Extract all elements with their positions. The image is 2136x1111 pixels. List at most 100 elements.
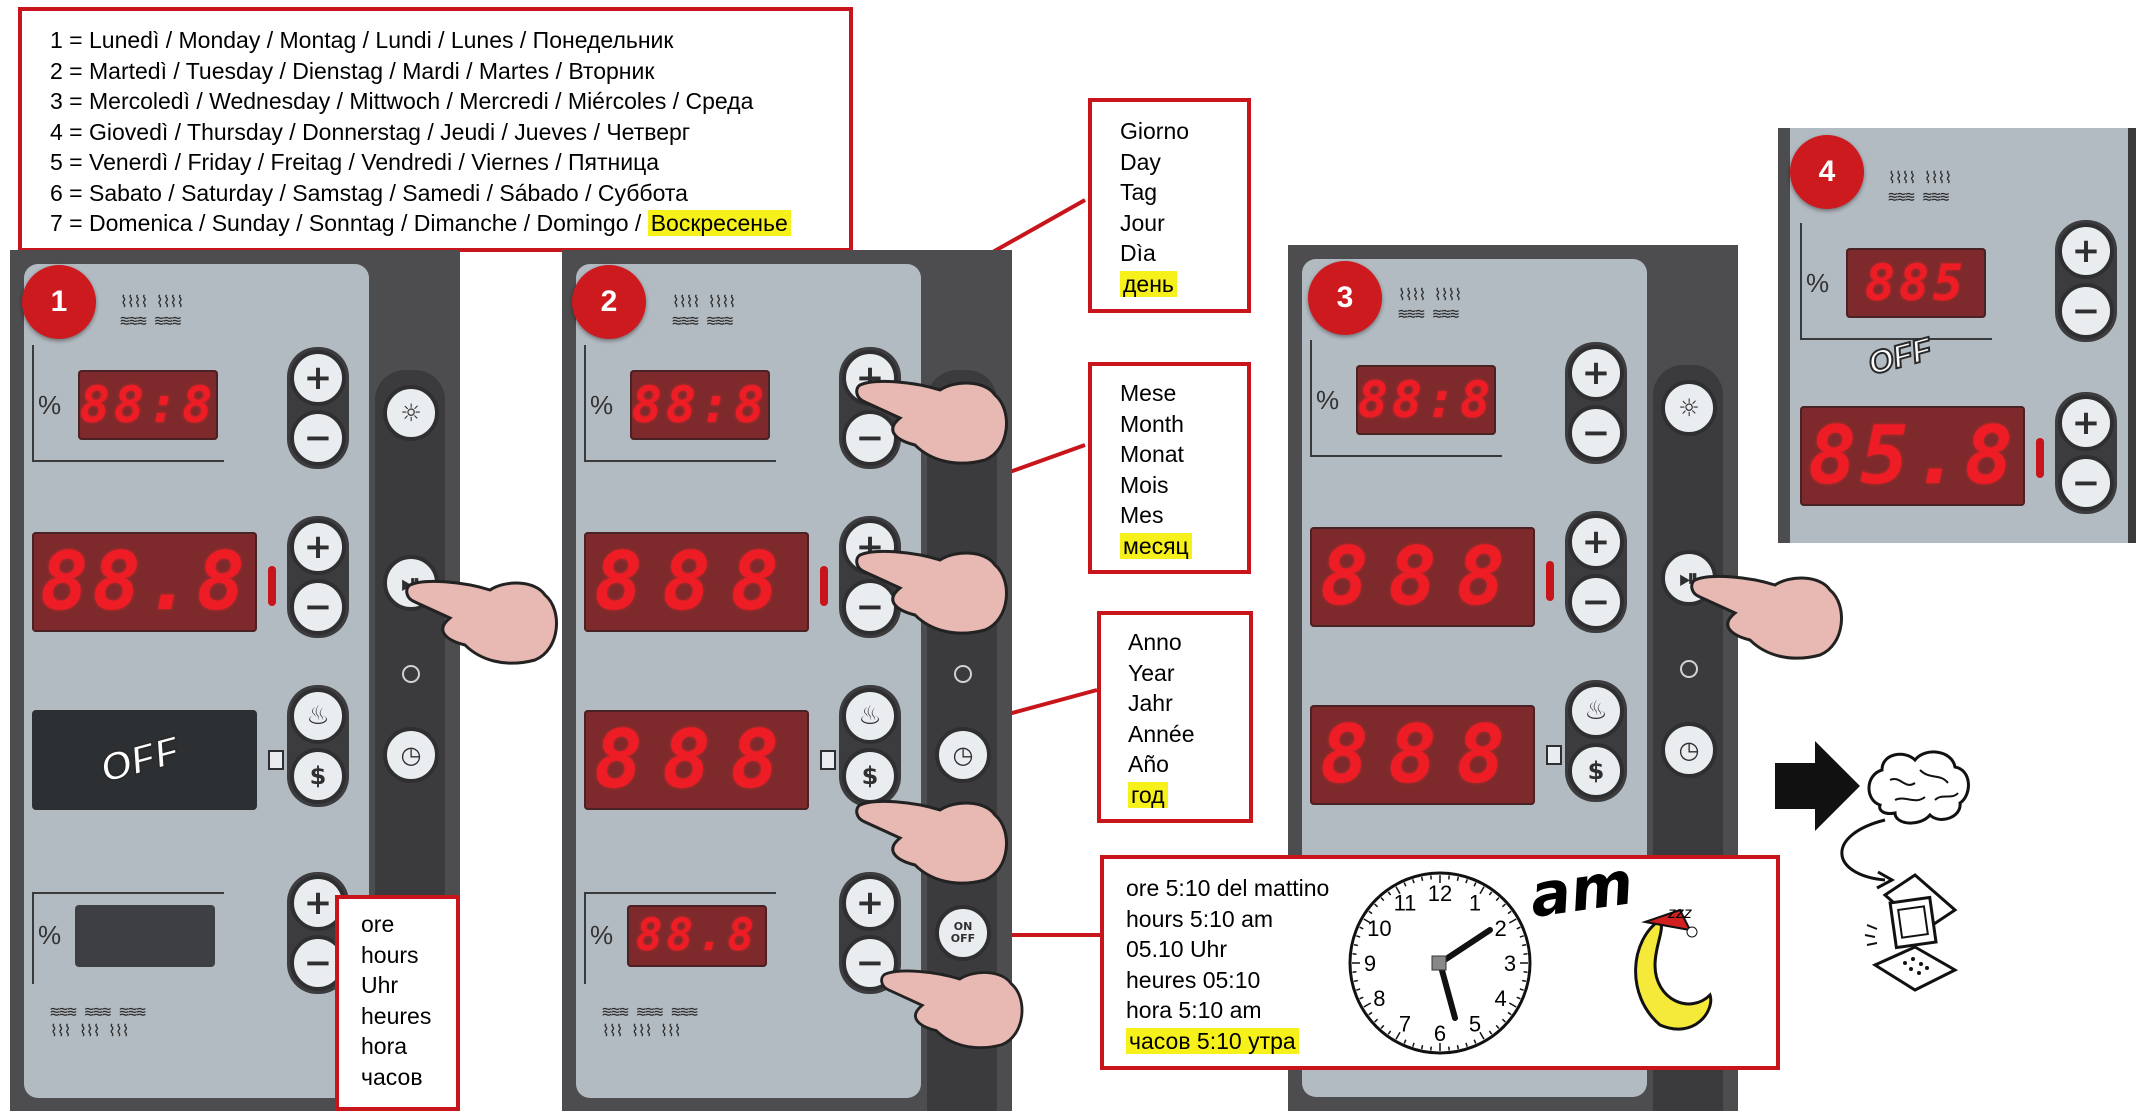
- heating-coil-icon: ⌇⌇⌇⌇ ⌇⌇⌇⌇ ≋≋≋ ≋≋≋: [1888, 168, 1952, 206]
- pointing-hand-icon: [880, 969, 1024, 1049]
- main-display-value: 88.8: [40, 535, 249, 628]
- clock-tick: [1420, 1045, 1424, 1050]
- analog-clock-icon: 12 12 3 45678 9 1011: [1348, 871, 1532, 1055]
- month-legend-box: Mese Month Monat Mois Mes месяц: [1088, 362, 1251, 574]
- percent-symbol: %: [590, 390, 614, 420]
- weekday-line: 6 = Sabato / Saturday / Samstag / Samedi…: [50, 179, 688, 206]
- main-display-value: 85.8: [1808, 409, 2017, 502]
- clock-tick: [1353, 979, 1358, 983]
- clock-tick: [1522, 943, 1527, 947]
- legend-line: Tag: [1120, 179, 1158, 205]
- plus-button[interactable]: +: [2058, 223, 2114, 279]
- legend-line: Month: [1120, 410, 1184, 437]
- legend-line: Dìa: [1120, 240, 1156, 266]
- legend-line: Mese: [1120, 380, 1177, 406]
- clock-button[interactable]: ◷: [1661, 722, 1717, 778]
- weekday-line: 4 = Giovedì / Thursday / Donnerstag / Je…: [50, 118, 691, 145]
- status-led: [954, 665, 972, 683]
- light-button[interactable]: ☼: [383, 385, 439, 441]
- clock-numeral: 9: [1364, 951, 1376, 976]
- money-icon: $: [1587, 757, 1605, 785]
- clock-tick: [1456, 876, 1460, 881]
- flame-icon: ♨: [306, 701, 330, 731]
- minus-button[interactable]: −: [290, 410, 346, 466]
- computer-terminal-icon: [1864, 873, 1959, 992]
- clock-numeral: 2: [1494, 916, 1506, 941]
- legend-line: Monat: [1120, 441, 1184, 467]
- plus-button[interactable]: +: [290, 350, 346, 406]
- minus-button[interactable]: −: [1568, 405, 1624, 461]
- clock-icon: ◷: [400, 741, 422, 769]
- off-label: OFF: [950, 932, 976, 945]
- clock-numeral: 6: [1434, 1021, 1446, 1046]
- mid-display: 888: [1310, 705, 1535, 805]
- flame-button[interactable]: ♨: [290, 688, 346, 744]
- plus-button[interactable]: +: [1568, 345, 1624, 401]
- highlighted-word: часов 5:10 утра: [1126, 1027, 1299, 1054]
- clock-numeral: 1: [1469, 890, 1481, 915]
- legend-line: Mois: [1120, 471, 1169, 498]
- program-icon: [268, 750, 284, 770]
- legend-line: Anno: [1128, 629, 1182, 655]
- clock-numeral: 5: [1469, 1012, 1481, 1037]
- panel-section-bracket: [32, 892, 224, 984]
- hours-display: 88.8: [627, 905, 767, 967]
- minus-button[interactable]: −: [2058, 283, 2114, 339]
- minus-button[interactable]: −: [290, 579, 346, 635]
- clock-button[interactable]: ◷: [383, 727, 439, 783]
- weekday-line: 5 = Venerdì / Friday / Freitag / Vendred…: [50, 149, 660, 175]
- clock-numeral: 4: [1494, 986, 1506, 1011]
- pointing-hand-icon: [405, 579, 558, 665]
- legend-line: Mes: [1120, 502, 1164, 528]
- year-legend-box: Anno Year Jahr Année Año год: [1097, 611, 1253, 823]
- flame-button[interactable]: ♨: [1568, 683, 1624, 739]
- clock-tick: [1522, 979, 1527, 983]
- light-button[interactable]: ☼: [1661, 380, 1717, 436]
- eco-button[interactable]: $: [290, 748, 346, 804]
- step-badge-1: 1: [22, 265, 96, 339]
- clock-numeral: 3: [1504, 951, 1516, 976]
- clock-button[interactable]: ◷: [935, 727, 991, 783]
- weekday-line: 2 = Martedì / Tuesday / Dienstag / Mardi…: [50, 57, 655, 84]
- hours-legend-box: ore hours Uhr heures hora часов: [335, 895, 460, 1111]
- main-display-value: 888: [1320, 530, 1525, 623]
- step-badge-3: 3: [1308, 261, 1382, 335]
- legend-line: ore: [361, 911, 395, 937]
- legend-line: hours: [361, 941, 419, 968]
- lamp-icon: ☼: [1678, 394, 1700, 422]
- main-display: 888: [1310, 527, 1535, 627]
- minus-button[interactable]: −: [1568, 574, 1624, 630]
- flame-button[interactable]: ♨: [842, 688, 898, 744]
- step-badge-2: 2: [572, 265, 646, 339]
- minus-button[interactable]: −: [2058, 455, 2114, 511]
- weekday-line: 7 = Domenica / Sunday / Sonntag / Dimanc…: [50, 208, 849, 239]
- heating-coil-icon: ⌇⌇⌇⌇ ⌇⌇⌇⌇ ≋≋≋ ≋≋≋: [1398, 285, 1462, 323]
- weekday-line: 1 = Lunedì / Monday / Montag / Lundi / L…: [50, 27, 674, 53]
- legend-line: hora: [361, 1033, 408, 1059]
- small-display: 88:8: [1356, 365, 1496, 435]
- weekday-legend-box: 1 = Lunedì / Monday / Montag / Lundi / L…: [18, 7, 853, 252]
- main-display: 85.8: [1800, 406, 2025, 506]
- plus-button[interactable]: +: [290, 519, 346, 575]
- brain-icon: [1867, 750, 1970, 825]
- legend-line: Day: [1120, 148, 1161, 175]
- year-display-value: 888: [594, 713, 799, 806]
- clock-numeral: 10: [1367, 916, 1391, 941]
- thermometer-icon: [2036, 438, 2044, 478]
- legend-line: Giorno: [1120, 118, 1190, 144]
- money-icon: $: [309, 762, 327, 790]
- thermometer-icon: [820, 566, 828, 606]
- legend-line: Year: [1128, 659, 1175, 686]
- clock-numeral: 7: [1399, 1012, 1411, 1037]
- day-display-value: 88:8: [631, 376, 769, 434]
- program-icon: [1546, 745, 1562, 765]
- plus-button[interactable]: +: [1568, 514, 1624, 570]
- thermometer-icon: [1546, 561, 1554, 601]
- pointing-hand-icon: [855, 549, 1008, 635]
- eco-button[interactable]: $: [1568, 743, 1624, 799]
- legend-line: Jahr: [1128, 690, 1173, 716]
- pointing-hand-icon: [1690, 574, 1843, 660]
- legend-line: день: [1120, 269, 1247, 300]
- small-display-value: 88:8: [1357, 371, 1495, 429]
- plus-button[interactable]: +: [2058, 395, 2114, 451]
